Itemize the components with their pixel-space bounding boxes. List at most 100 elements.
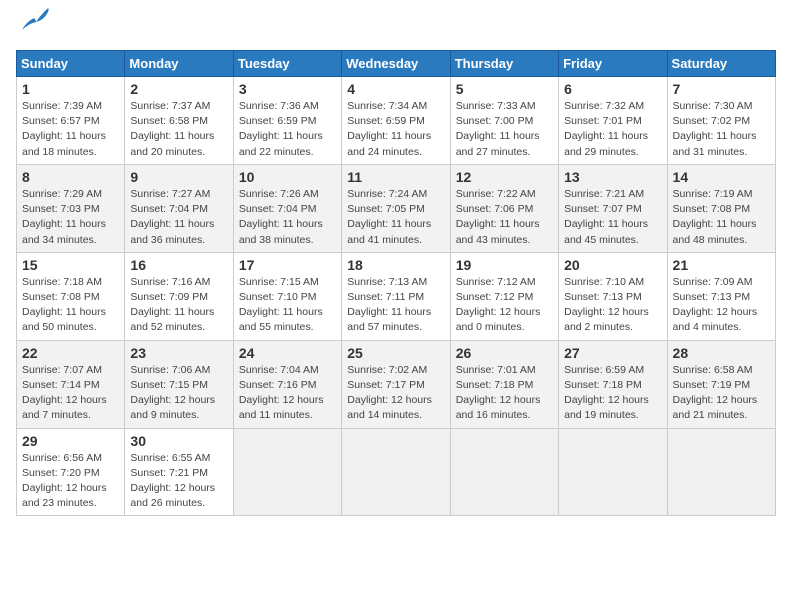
calendar-table: SundayMondayTuesdayWednesdayThursdayFrid…: [16, 50, 776, 516]
day-number: 4: [347, 81, 444, 97]
day-info: Sunrise: 7:02 AM Sunset: 7:17 PM Dayligh…: [347, 363, 444, 424]
calendar-cell: [233, 428, 341, 516]
calendar-cell: 21 Sunrise: 7:09 AM Sunset: 7:13 PM Dayli…: [667, 252, 775, 340]
calendar-week-row: 29 Sunrise: 6:56 AM Sunset: 7:20 PM Dayli…: [17, 428, 776, 516]
calendar-cell: 11 Sunrise: 7:24 AM Sunset: 7:05 PM Dayli…: [342, 164, 450, 252]
calendar-week-row: 22 Sunrise: 7:07 AM Sunset: 7:14 PM Dayli…: [17, 340, 776, 428]
day-info: Sunrise: 7:37 AM Sunset: 6:58 PM Dayligh…: [130, 99, 227, 160]
calendar-cell: 9 Sunrise: 7:27 AM Sunset: 7:04 PM Daylig…: [125, 164, 233, 252]
day-number: 21: [673, 257, 770, 273]
calendar-cell: 13 Sunrise: 7:21 AM Sunset: 7:07 PM Dayli…: [559, 164, 667, 252]
calendar-cell: 14Sunrise: 7:19 AM Sunset: 7:08 PM Dayli…: [667, 164, 775, 252]
day-number: 26: [456, 345, 553, 361]
calendar-cell: 29 Sunrise: 6:56 AM Sunset: 7:20 PM Dayli…: [17, 428, 125, 516]
header-monday: Monday: [125, 51, 233, 77]
day-info: Sunrise: 7:09 AM Sunset: 7:13 PM Dayligh…: [673, 275, 770, 336]
calendar-cell: 20 Sunrise: 7:10 AM Sunset: 7:13 PM Dayli…: [559, 252, 667, 340]
day-info: Sunrise: 7:22 AM Sunset: 7:06 PM Dayligh…: [456, 187, 553, 248]
day-info: Sunrise: 7:27 AM Sunset: 7:04 PM Dayligh…: [130, 187, 227, 248]
calendar-header-row: SundayMondayTuesdayWednesdayThursdayFrid…: [17, 51, 776, 77]
calendar-cell: 30 Sunrise: 6:55 AM Sunset: 7:21 PM Dayli…: [125, 428, 233, 516]
calendar-week-row: 1 Sunrise: 7:39 AM Sunset: 6:57 PM Daylig…: [17, 77, 776, 165]
day-number: 22: [22, 345, 119, 361]
day-info: Sunrise: 7:33 AM Sunset: 7:00 PM Dayligh…: [456, 99, 553, 160]
day-number: 15: [22, 257, 119, 273]
day-number: 1: [22, 81, 119, 97]
calendar-cell: 18 Sunrise: 7:13 AM Sunset: 7:11 PM Dayli…: [342, 252, 450, 340]
logo-bird-icon: [18, 6, 50, 34]
day-number: 19: [456, 257, 553, 273]
day-number: 27: [564, 345, 661, 361]
calendar-cell: 4 Sunrise: 7:34 AM Sunset: 6:59 PM Daylig…: [342, 77, 450, 165]
calendar-cell: 26 Sunrise: 7:01 AM Sunset: 7:18 PM Dayli…: [450, 340, 558, 428]
day-info: Sunrise: 7:16 AM Sunset: 7:09 PM Dayligh…: [130, 275, 227, 336]
day-info: Sunrise: 6:58 AM Sunset: 7:19 PM Dayligh…: [673, 363, 770, 424]
header-wednesday: Wednesday: [342, 51, 450, 77]
calendar-cell: 1 Sunrise: 7:39 AM Sunset: 6:57 PM Daylig…: [17, 77, 125, 165]
day-info: Sunrise: 7:01 AM Sunset: 7:18 PM Dayligh…: [456, 363, 553, 424]
page-header: [16, 16, 776, 42]
calendar-week-row: 15Sunrise: 7:18 AM Sunset: 7:08 PM Dayli…: [17, 252, 776, 340]
day-info: Sunrise: 7:24 AM Sunset: 7:05 PM Dayligh…: [347, 187, 444, 248]
calendar-cell: 23Sunrise: 7:06 AM Sunset: 7:15 PM Dayli…: [125, 340, 233, 428]
day-number: 11: [347, 169, 444, 185]
day-number: 18: [347, 257, 444, 273]
calendar-cell: 12 Sunrise: 7:22 AM Sunset: 7:06 PM Dayli…: [450, 164, 558, 252]
day-info: Sunrise: 7:32 AM Sunset: 7:01 PM Dayligh…: [564, 99, 661, 160]
day-info: Sunrise: 7:10 AM Sunset: 7:13 PM Dayligh…: [564, 275, 661, 336]
calendar-cell: [450, 428, 558, 516]
day-number: 28: [673, 345, 770, 361]
day-info: Sunrise: 7:36 AM Sunset: 6:59 PM Dayligh…: [239, 99, 336, 160]
day-number: 25: [347, 345, 444, 361]
header-sunday: Sunday: [17, 51, 125, 77]
day-number: 12: [456, 169, 553, 185]
day-number: 16: [130, 257, 227, 273]
day-info: Sunrise: 7:21 AM Sunset: 7:07 PM Dayligh…: [564, 187, 661, 248]
day-number: 29: [22, 433, 119, 449]
calendar-cell: [667, 428, 775, 516]
day-info: Sunrise: 6:59 AM Sunset: 7:18 PM Dayligh…: [564, 363, 661, 424]
day-number: 24: [239, 345, 336, 361]
logo: [16, 16, 50, 42]
day-info: Sunrise: 7:04 AM Sunset: 7:16 PM Dayligh…: [239, 363, 336, 424]
day-number: 10: [239, 169, 336, 185]
day-info: Sunrise: 7:26 AM Sunset: 7:04 PM Dayligh…: [239, 187, 336, 248]
day-number: 5: [456, 81, 553, 97]
calendar-cell: 17Sunrise: 7:15 AM Sunset: 7:10 PM Dayli…: [233, 252, 341, 340]
day-number: 9: [130, 169, 227, 185]
calendar-cell: 22 Sunrise: 7:07 AM Sunset: 7:14 PM Dayli…: [17, 340, 125, 428]
calendar-cell: [342, 428, 450, 516]
day-info: Sunrise: 7:12 AM Sunset: 7:12 PM Dayligh…: [456, 275, 553, 336]
day-info: Sunrise: 7:07 AM Sunset: 7:14 PM Dayligh…: [22, 363, 119, 424]
header-thursday: Thursday: [450, 51, 558, 77]
calendar-cell: 7Sunrise: 7:30 AM Sunset: 7:02 PM Daylig…: [667, 77, 775, 165]
calendar-cell: 6 Sunrise: 7:32 AM Sunset: 7:01 PM Daylig…: [559, 77, 667, 165]
calendar-cell: 24 Sunrise: 7:04 AM Sunset: 7:16 PM Dayli…: [233, 340, 341, 428]
day-number: 20: [564, 257, 661, 273]
day-number: 14: [673, 169, 770, 185]
calendar-cell: 28 Sunrise: 6:58 AM Sunset: 7:19 PM Dayli…: [667, 340, 775, 428]
day-number: 3: [239, 81, 336, 97]
calendar-cell: 10 Sunrise: 7:26 AM Sunset: 7:04 PM Dayli…: [233, 164, 341, 252]
day-info: Sunrise: 7:39 AM Sunset: 6:57 PM Dayligh…: [22, 99, 119, 160]
day-number: 8: [22, 169, 119, 185]
calendar-cell: 16 Sunrise: 7:16 AM Sunset: 7:09 PM Dayli…: [125, 252, 233, 340]
day-number: 13: [564, 169, 661, 185]
day-info: Sunrise: 7:34 AM Sunset: 6:59 PM Dayligh…: [347, 99, 444, 160]
day-number: 6: [564, 81, 661, 97]
day-number: 30: [130, 433, 227, 449]
day-info: Sunrise: 7:15 AM Sunset: 7:10 PM Dayligh…: [239, 275, 336, 336]
calendar-cell: 27 Sunrise: 6:59 AM Sunset: 7:18 PM Dayli…: [559, 340, 667, 428]
calendar-week-row: 8 Sunrise: 7:29 AM Sunset: 7:03 PM Daylig…: [17, 164, 776, 252]
calendar-cell: 2 Sunrise: 7:37 AM Sunset: 6:58 PM Daylig…: [125, 77, 233, 165]
day-number: 23: [130, 345, 227, 361]
day-info: Sunrise: 7:29 AM Sunset: 7:03 PM Dayligh…: [22, 187, 119, 248]
calendar-cell: 25 Sunrise: 7:02 AM Sunset: 7:17 PM Dayli…: [342, 340, 450, 428]
day-number: 2: [130, 81, 227, 97]
day-info: Sunrise: 7:13 AM Sunset: 7:11 PM Dayligh…: [347, 275, 444, 336]
day-info: Sunrise: 6:55 AM Sunset: 7:21 PM Dayligh…: [130, 451, 227, 512]
day-info: Sunrise: 6:56 AM Sunset: 7:20 PM Dayligh…: [22, 451, 119, 512]
calendar-cell: [559, 428, 667, 516]
day-info: Sunrise: 7:30 AM Sunset: 7:02 PM Dayligh…: [673, 99, 770, 160]
header-tuesday: Tuesday: [233, 51, 341, 77]
